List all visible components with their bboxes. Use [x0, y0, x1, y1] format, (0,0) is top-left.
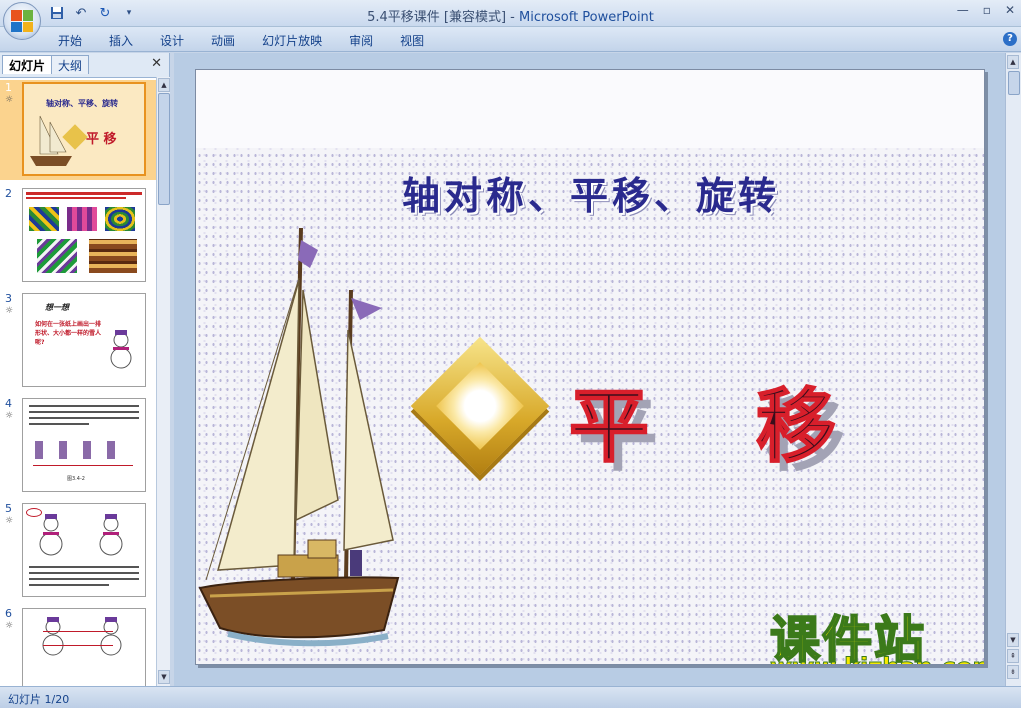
- slide-thumbnails: 1 ☼ 轴对称、平移、旋转 平 移 2 3 ☼ 想一想 如何在一张纸上画出一排形…: [0, 77, 156, 686]
- next-slide-icon[interactable]: ⇟: [1007, 665, 1019, 679]
- slide-number: 4 ☼: [5, 397, 14, 422]
- slide-title[interactable]: 轴对称、平移、旋转: [196, 165, 984, 220]
- tab-design[interactable]: 设计: [160, 32, 197, 49]
- snowman-icon: [39, 514, 63, 556]
- slide-thumb-frame: [22, 503, 146, 597]
- tab-outline[interactable]: 大纲: [51, 55, 90, 74]
- watermark-url: www.kjzhan.com: [769, 653, 984, 665]
- slide-thumb-5[interactable]: 5 ☼: [0, 501, 156, 601]
- ribbon: 开始 插入 设计 动画 幻灯片放映 审阅 视图 ?: [0, 27, 1021, 52]
- pattern-tile: [37, 239, 77, 273]
- help-icon[interactable]: ?: [1003, 32, 1017, 46]
- slide-header-area: [196, 70, 984, 148]
- snowman-row: [35, 441, 131, 459]
- window-controls: — ▫ ✕: [957, 3, 1015, 17]
- slide-thumb-frame: 图3.4-2: [22, 398, 146, 492]
- snowman-icon: [99, 514, 123, 556]
- app-name: Microsoft PowerPoint: [519, 10, 654, 25]
- tab-insert[interactable]: 插入: [109, 32, 146, 49]
- scroll-up-icon[interactable]: ▲: [158, 78, 170, 92]
- scroll-down-icon[interactable]: ▼: [1007, 633, 1019, 647]
- animation-icon: ☼: [5, 621, 14, 631]
- scroll-thumb[interactable]: [1008, 71, 1020, 95]
- slide-thumb-6[interactable]: 6 ☼: [0, 606, 156, 686]
- snowman-icon: [100, 617, 122, 656]
- slide-thumb-frame: 想一想 如何在一张纸上画出一排形状、大小都一样的雪人呢?: [22, 293, 146, 387]
- slide-thumb-2[interactable]: 2: [0, 186, 156, 286]
- thumb-title: 想一想: [45, 303, 69, 312]
- slide-number: 5 ☼: [5, 502, 14, 527]
- diamond-bullet-icon: [410, 336, 550, 476]
- title-char-1[interactable]: 平: [568, 362, 650, 478]
- animation-icon: ☼: [5, 306, 14, 316]
- thumbnails-scrollbar[interactable]: ▲ ▼: [156, 77, 170, 686]
- window-title: 5.4平移课件 [兼容模式] - Microsoft PowerPoint: [0, 6, 1021, 25]
- title-separator: -: [506, 10, 520, 25]
- tab-review[interactable]: 审阅: [349, 32, 386, 49]
- animation-icon: ☼: [5, 411, 14, 421]
- scroll-down-icon[interactable]: ▼: [158, 670, 170, 684]
- slide-number: 6 ☼: [5, 607, 14, 632]
- thumb-text: 如何在一张纸上画出一排形状、大小都一样的雪人呢?: [35, 321, 102, 346]
- thumb-text: 平 移: [86, 132, 117, 147]
- slide-number: 3 ☼: [5, 292, 14, 317]
- previous-slide-icon[interactable]: ⇞: [1007, 649, 1019, 663]
- slide-thumb-3[interactable]: 3 ☼ 想一想 如何在一张纸上画出一排形状、大小都一样的雪人呢?: [0, 291, 156, 391]
- document-title: 5.4平移课件 [兼容模式]: [367, 10, 507, 25]
- panel-tabs: 幻灯片 大纲: [2, 55, 90, 75]
- animation-icon: ☼: [5, 95, 14, 105]
- sailboat-image[interactable]: [198, 220, 403, 650]
- tab-slideshow[interactable]: 幻灯片放映: [262, 32, 335, 49]
- animation-icon: ☼: [5, 516, 14, 526]
- title-char-2[interactable]: 移: [755, 362, 837, 478]
- current-slide[interactable]: 轴对称、平移、旋转 平 移 课件站 www.kjzhan.com: [195, 69, 985, 665]
- slide-thumb-1[interactable]: 1 ☼ 轴对称、平移、旋转 平 移: [0, 80, 156, 180]
- thumb-text: 图3.4-2: [67, 476, 85, 482]
- slide-editor: 轴对称、平移、旋转 平 移 课件站 www.kjzhan.com ▲ ▼ ⇞: [174, 53, 1021, 686]
- tab-slides[interactable]: 幻灯片: [2, 55, 53, 74]
- restore-icon[interactable]: ▫: [983, 3, 991, 17]
- pattern-tile: [67, 207, 97, 231]
- editor-scrollbar[interactable]: ▲ ▼ ⇞ ⇟: [1005, 53, 1021, 686]
- tab-home[interactable]: 开始: [58, 32, 95, 49]
- ribbon-tabs: 开始 插入 设计 动画 幻灯片放映 审阅 视图: [58, 32, 451, 49]
- tab-view[interactable]: 视图: [400, 32, 437, 49]
- pattern-tile: [89, 239, 137, 273]
- close-panel-icon[interactable]: ✕: [151, 56, 162, 71]
- slides-panel: 幻灯片 大纲 ✕ 1 ☼ 轴对称、平移、旋转 平 移 2 3 ☼ 想一想 如何在…: [0, 53, 170, 686]
- tab-animations[interactable]: 动画: [211, 32, 248, 49]
- slide-thumb-frame: 轴对称、平移、旋转 平 移: [22, 82, 146, 176]
- slide-counter: 幻灯片 1/20: [8, 693, 70, 706]
- pattern-tile: [29, 207, 59, 231]
- slide-number: 1 ☼: [5, 81, 14, 106]
- slide-thumb-frame: [22, 608, 146, 686]
- close-window-icon[interactable]: ✕: [1005, 3, 1015, 17]
- snowman-icon: [42, 617, 64, 656]
- status-bar: 幻灯片 1/20: [0, 686, 1021, 708]
- slide-thumb-frame: [22, 188, 146, 282]
- scroll-thumb[interactable]: [158, 93, 170, 205]
- scroll-up-icon[interactable]: ▲: [1007, 55, 1019, 69]
- title-bar: ↶ ↻ ▾ 5.4平移课件 [兼容模式] - Microsoft PowerPo…: [0, 0, 1021, 40]
- pattern-tile: [105, 207, 135, 231]
- slide-thumb-4[interactable]: 4 ☼ 图3.4-2: [0, 396, 156, 496]
- slide-number: 2: [5, 187, 12, 200]
- office-logo-icon: [11, 10, 33, 32]
- office-button[interactable]: [3, 2, 41, 40]
- snowman-icon: [110, 330, 132, 369]
- minimize-icon[interactable]: —: [957, 3, 969, 17]
